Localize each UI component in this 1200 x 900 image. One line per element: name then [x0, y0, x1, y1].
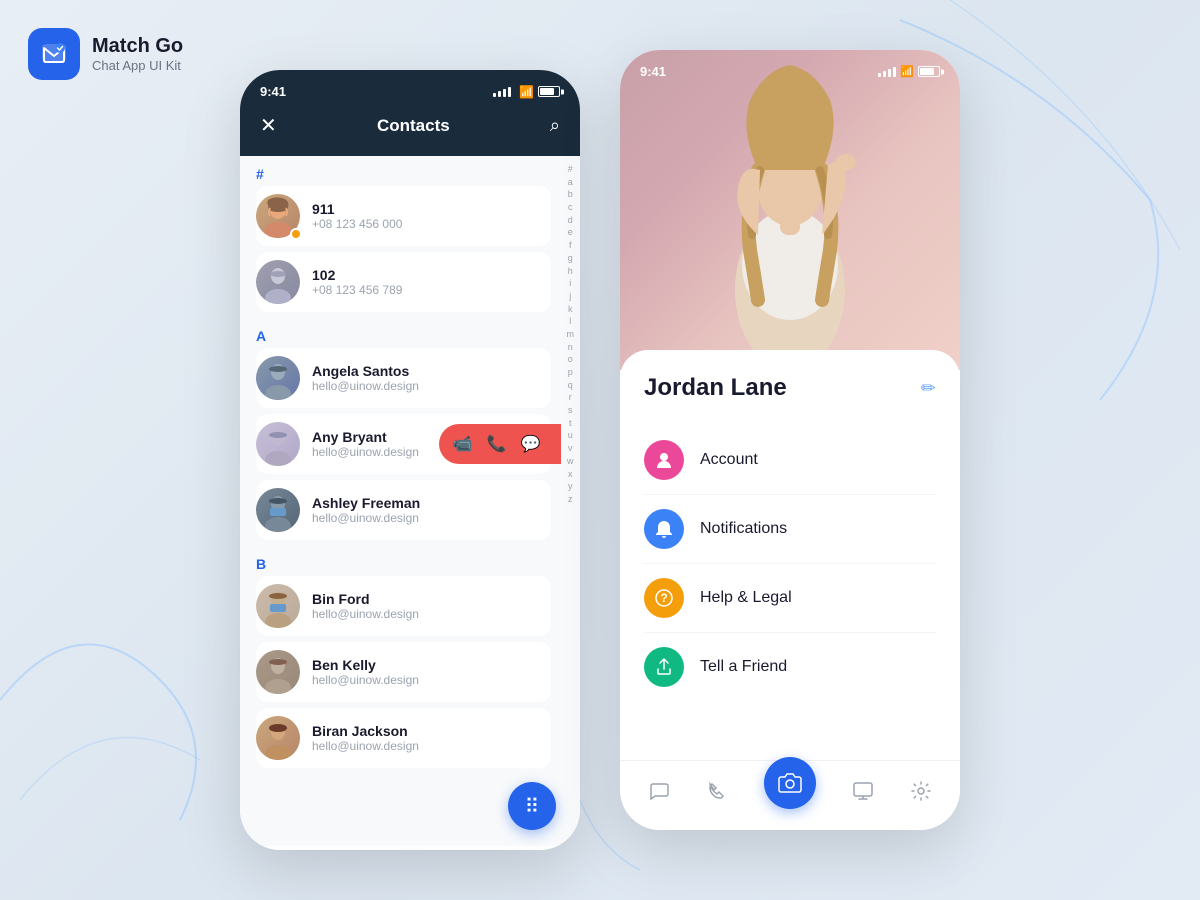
- contact-item[interactable]: 911 +08 123 456 000: [256, 186, 551, 246]
- nav-settings[interactable]: [910, 780, 932, 802]
- close-button[interactable]: ✕: [260, 113, 277, 138]
- profile-name-row: Jordan Lane ✏: [644, 374, 936, 402]
- menu-item-notifications[interactable]: Notifications: [644, 495, 936, 564]
- contact-item-swiped[interactable]: Any Bryant hello@uinow.design 📹 📞 💬: [256, 414, 551, 474]
- wifi-icon: 📶: [900, 65, 914, 78]
- contact-item[interactable]: Bin Ford hello@uinow.design: [256, 576, 551, 636]
- search-button[interactable]: ⌕: [550, 115, 560, 136]
- section-a: A: [256, 318, 561, 348]
- contact-name: Ben Kelly: [312, 657, 543, 673]
- avatar: [256, 356, 300, 400]
- alpha-index: # a b c d e f g h i j k l m n o p q r s: [561, 156, 581, 846]
- friend-icon: [644, 647, 684, 687]
- contact-name: Angela Santos: [312, 363, 543, 379]
- notifications-icon: [644, 509, 684, 549]
- profile-photo: 9:41 📶: [620, 50, 960, 370]
- left-status-icons: 📶: [493, 85, 560, 99]
- avatar: [256, 716, 300, 760]
- swipe-actions: 📹 📞 💬: [439, 424, 561, 464]
- contact-name: 911: [312, 201, 543, 217]
- contacts-list: # 911 +0: [240, 156, 561, 846]
- contact-phone: hello@uinow.design: [312, 739, 543, 753]
- battery-icon: [538, 86, 560, 97]
- contact-info: Ben Kelly hello@uinow.design: [312, 657, 543, 687]
- contacts-nav: ✕ Contacts ⌕: [260, 113, 560, 138]
- contacts-title: Contacts: [377, 116, 450, 136]
- signal-icon: [493, 87, 511, 97]
- star-badge: [290, 228, 302, 240]
- contact-item[interactable]: Ben Kelly hello@uinow.design: [256, 642, 551, 702]
- contact-info: 911 +08 123 456 000: [312, 201, 543, 231]
- contacts-body: # 911 +0: [240, 156, 580, 846]
- menu-item-friend[interactable]: Tell a Friend: [644, 633, 936, 701]
- phone-left: 9:41 📶 ✕ Contacts ⌕: [240, 70, 580, 850]
- phones-container: 9:41 📶 ✕ Contacts ⌕: [200, 50, 1000, 850]
- nav-screen[interactable]: [852, 780, 874, 802]
- contact-phone: hello@uinow.design: [312, 511, 543, 525]
- contact-name: Bin Ford: [312, 591, 543, 607]
- contact-item[interactable]: Biran Jackson hello@uinow.design: [256, 708, 551, 768]
- help-icon: ?: [644, 578, 684, 618]
- help-label: Help & Legal: [700, 589, 792, 607]
- phone-call-icon[interactable]: 📞: [487, 434, 507, 454]
- profile-name: Jordan Lane: [644, 374, 787, 402]
- avatar: [256, 422, 300, 466]
- logo-text-group: Match Go Chat App UI Kit: [92, 35, 183, 73]
- contact-item[interactable]: Angela Santos hello@uinow.design: [256, 348, 551, 408]
- contact-info: Angela Santos hello@uinow.design: [312, 363, 543, 393]
- section-b: B: [256, 546, 561, 576]
- account-label: Account: [700, 451, 758, 469]
- menu-item-account[interactable]: Account: [644, 426, 936, 495]
- contact-info: Biran Jackson hello@uinow.design: [312, 723, 543, 753]
- fab-button[interactable]: ⠿: [508, 782, 556, 830]
- avatar: [256, 260, 300, 304]
- avatar: [256, 584, 300, 628]
- section-hash: #: [256, 156, 561, 186]
- avatar: [256, 650, 300, 694]
- nav-call[interactable]: [706, 780, 728, 802]
- contact-phone: +08 123 456 789: [312, 283, 543, 297]
- contact-name: 102: [312, 267, 543, 283]
- contact-phone: hello@uinow.design: [312, 379, 543, 393]
- edit-icon[interactable]: ✏: [921, 378, 936, 399]
- contact-phone: hello@uinow.design: [312, 673, 543, 687]
- wifi-icon: 📶: [519, 85, 534, 99]
- left-status-time: 9:41: [260, 84, 286, 99]
- contact-info: Ashley Freeman hello@uinow.design: [312, 495, 543, 525]
- contacts-header: 9:41 📶 ✕ Contacts ⌕: [240, 70, 580, 156]
- nav-chat[interactable]: [648, 780, 670, 802]
- friend-label: Tell a Friend: [700, 658, 787, 676]
- phone-right: 9:41 📶: [620, 50, 960, 830]
- contact-phone: +08 123 456 000: [312, 217, 543, 231]
- app-title: Match Go: [92, 35, 183, 58]
- battery-icon: [918, 66, 940, 77]
- contact-item[interactable]: Ashley Freeman hello@uinow.design: [256, 480, 551, 540]
- contact-phone: hello@uinow.design: [312, 607, 543, 621]
- message-icon[interactable]: 💬: [521, 434, 541, 454]
- svg-text:?: ?: [660, 591, 667, 605]
- status-bar-left: 9:41 📶: [260, 84, 560, 99]
- notifications-label: Notifications: [700, 520, 787, 538]
- nav-camera[interactable]: [764, 757, 816, 809]
- video-call-icon[interactable]: 📹: [453, 434, 473, 454]
- logo-icon: [28, 28, 80, 80]
- contact-info: Bin Ford hello@uinow.design: [312, 591, 543, 621]
- contact-item[interactable]: 102 +08 123 456 789: [256, 252, 551, 312]
- contact-name: Biran Jackson: [312, 723, 543, 739]
- profile-content: Jordan Lane ✏ Account: [620, 350, 960, 701]
- account-icon: [644, 440, 684, 480]
- logo-area: Match Go Chat App UI Kit: [28, 28, 183, 80]
- avatar: [256, 488, 300, 532]
- contact-info: 102 +08 123 456 789: [312, 267, 543, 297]
- menu-item-help[interactable]: ? Help & Legal: [644, 564, 936, 633]
- bottom-nav: [620, 760, 960, 830]
- right-status-time: 9:41: [640, 64, 666, 79]
- contact-name: Ashley Freeman: [312, 495, 543, 511]
- app-subtitle: Chat App UI Kit: [92, 58, 183, 73]
